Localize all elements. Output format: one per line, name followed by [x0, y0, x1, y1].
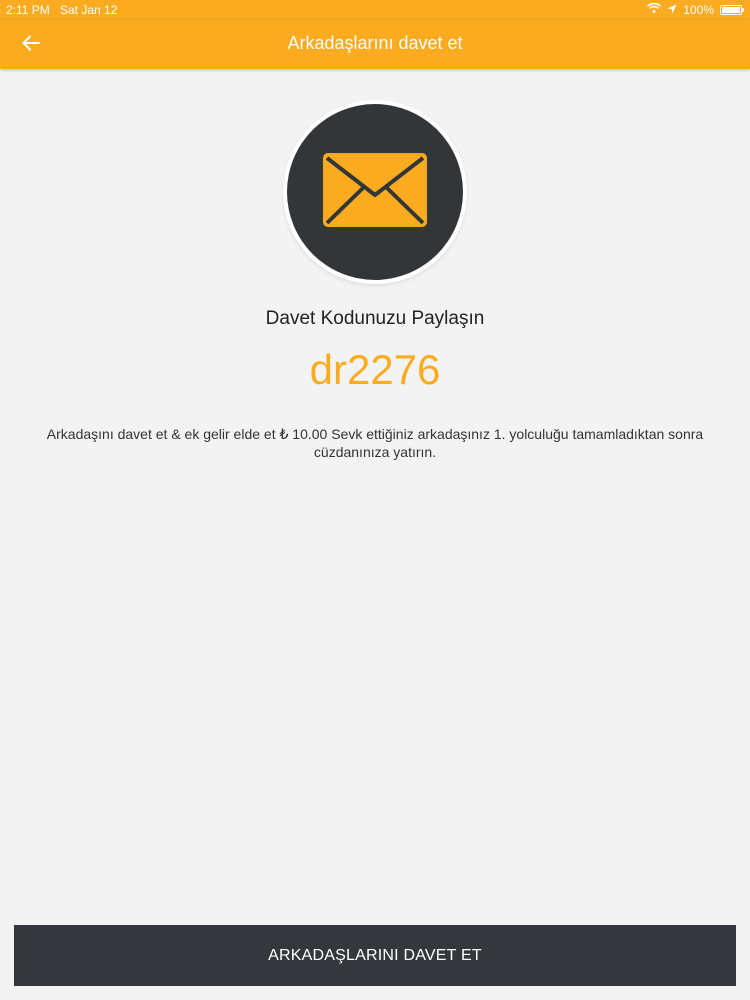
- page-title: Arkadaşlarını davet et: [287, 33, 463, 53]
- status-indicators: 100%: [647, 0, 744, 20]
- battery-icon: [720, 5, 744, 15]
- location-arrow-icon: [667, 0, 677, 20]
- app-bar: Arkadaşlarını davet et: [0, 20, 750, 69]
- envelope-icon: [323, 152, 427, 232]
- battery-level: [722, 7, 740, 13]
- back-button[interactable]: [14, 28, 48, 62]
- status-bar: 2:11 PM Sat Jan 12 100%: [0, 0, 750, 20]
- invite-code: dr2276: [309, 346, 441, 393]
- arrow-left-icon: [22, 35, 40, 56]
- status-date: Sat Jan 12: [60, 3, 118, 17]
- invite-friends-button[interactable]: ARKADAŞLARINI DAVET ET: [14, 925, 736, 986]
- battery-percent: 100%: [683, 3, 714, 17]
- status-time: 2:11 PM: [6, 3, 50, 17]
- wifi-icon: [647, 0, 662, 20]
- share-code-heading: Davet Kodunuzu Paylaşın: [265, 308, 485, 329]
- invite-description: Arkadaşını davet et & ek gelir elde et ₺…: [46, 426, 704, 460]
- envelope-badge: [283, 100, 467, 284]
- envelope-badge-inner: [287, 104, 463, 280]
